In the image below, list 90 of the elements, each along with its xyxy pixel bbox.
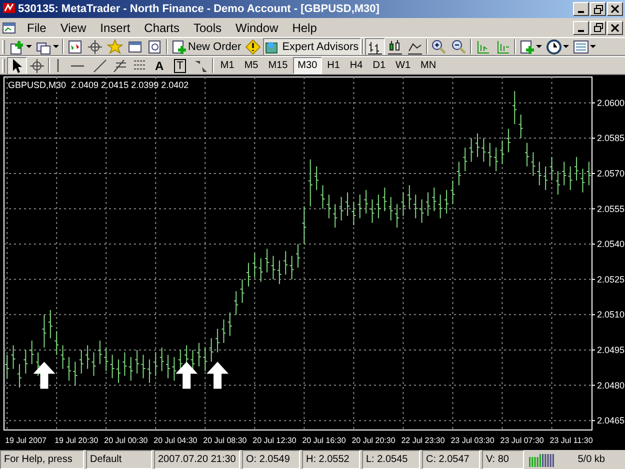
up-arrow-icon xyxy=(206,362,229,389)
close-button[interactable] xyxy=(607,20,623,34)
time-label: 20 Jul 20:30 xyxy=(352,436,396,445)
crosshair-icon xyxy=(87,38,103,54)
timeframe-button[interactable]: MN xyxy=(416,57,442,74)
menu-item[interactable]: Tools xyxy=(186,20,229,34)
price-label: 2.0570 xyxy=(597,168,625,178)
window-title: 530135: MetaTrader - North Finance - Demo Account - [GBPUSD,M30] xyxy=(18,3,380,15)
price-label: 2.0510 xyxy=(597,310,625,320)
horizontal-line-icon xyxy=(71,64,84,66)
menu-item[interactable]: Insert xyxy=(93,20,138,34)
toolbar-button[interactable] xyxy=(85,38,105,55)
price-label: 2.0495 xyxy=(597,344,625,355)
chart-shift-icon xyxy=(474,38,491,54)
menu-item[interactable]: Window xyxy=(228,20,286,34)
timeframe-button[interactable]: M30 xyxy=(292,57,322,74)
star-icon xyxy=(107,38,123,54)
close-icon xyxy=(611,5,619,13)
toolbar-button[interactable] xyxy=(570,38,598,55)
menu-item[interactable]: Charts xyxy=(137,20,186,34)
close-icon xyxy=(611,24,619,32)
text-tool-button[interactable]: A xyxy=(150,57,169,74)
restore-button[interactable] xyxy=(590,2,606,16)
status-text: L: 2.0545 xyxy=(366,454,408,465)
time-label: 22 Jul 23:30 xyxy=(401,436,445,445)
app-logo-icon xyxy=(2,0,16,14)
time-label: 20 Jul 08:30 xyxy=(203,436,247,445)
time-label: 20 Jul 04:30 xyxy=(154,436,198,445)
close-button[interactable] xyxy=(607,2,623,16)
timeframe-button[interactable]: H1 xyxy=(322,57,345,74)
price-label: 2.0540 xyxy=(597,239,625,250)
timeframe-button[interactable]: M1 xyxy=(215,57,240,74)
price-label: 2.0480 xyxy=(597,380,625,390)
minimize-icon xyxy=(578,11,584,13)
time-label: 23 Jul 03:30 xyxy=(450,436,494,445)
zoom-in-icon xyxy=(430,38,447,54)
new-order-button[interactable]: New Order xyxy=(169,38,244,55)
vertical-line-icon xyxy=(57,59,59,72)
minimize-button[interactable] xyxy=(573,20,589,34)
status-text: 2007.07.20 21:30 xyxy=(158,454,236,465)
fibonacci-icon xyxy=(112,58,128,74)
time-label: 23 Jul 07:30 xyxy=(500,436,544,445)
toolbar-button[interactable] xyxy=(27,57,47,74)
status-text: Default xyxy=(90,454,122,465)
toolbar-button[interactable] xyxy=(7,57,27,74)
time-label: 19 Jul 20:30 xyxy=(54,436,98,445)
toolbar-button[interactable] xyxy=(544,38,571,55)
menu-item[interactable]: View xyxy=(53,20,94,34)
restore-button[interactable] xyxy=(590,20,606,34)
warning-icon xyxy=(245,38,262,54)
time-label: 20 Jul 00:30 xyxy=(104,436,148,445)
price-label: 2.0525 xyxy=(597,274,625,284)
up-arrow-icon xyxy=(176,362,198,389)
price-label: 2.0585 xyxy=(597,133,625,144)
price-label: 2.0465 xyxy=(597,416,625,426)
chart-title: GBPUSD,M30 2.0409 2.0415 2.0399 2.0402 xyxy=(8,80,189,90)
toolbar-button[interactable] xyxy=(364,38,385,55)
zoom-out-icon xyxy=(450,38,467,54)
autoscroll-icon xyxy=(494,38,511,54)
time-label: 23 Jul 11:30 xyxy=(550,436,593,445)
status-text: 5/0 kb xyxy=(578,454,605,465)
restore-icon xyxy=(594,4,602,14)
status-text: V: 80 xyxy=(486,454,509,465)
timeframe-button[interactable]: M15 xyxy=(263,57,293,74)
minimize-icon xyxy=(578,30,584,32)
status-text: O: 2.0549 xyxy=(246,454,290,465)
timeframe-button[interactable]: M5 xyxy=(239,57,264,74)
time-label: 20 Jul 12:30 xyxy=(252,436,296,445)
price-label: 2.0555 xyxy=(597,204,625,214)
price-label: 2.0600 xyxy=(597,98,625,108)
time-label: 20 Jul 16:30 xyxy=(302,436,346,445)
crosshair-icon xyxy=(29,58,45,74)
time-label: 19 Jul 2007 xyxy=(5,436,46,445)
window-icon xyxy=(127,38,143,54)
minimize-button[interactable] xyxy=(573,2,589,16)
document-icon xyxy=(2,20,16,34)
trendline-icon xyxy=(92,58,108,74)
status-text: For Help, press xyxy=(4,454,72,465)
menu-item[interactable]: File xyxy=(20,20,54,34)
timeframe-button[interactable]: D1 xyxy=(368,57,391,74)
restore-icon xyxy=(594,23,602,32)
up-arrow-icon xyxy=(33,362,56,389)
menu-item[interactable]: Help xyxy=(285,20,324,34)
status-text: C: 2.0547 xyxy=(426,454,470,465)
timeframe-button[interactable]: H4 xyxy=(344,57,368,74)
expert-advisors-button[interactable]: Expert Advisors xyxy=(263,38,361,55)
timeframe-button[interactable]: W1 xyxy=(390,57,416,74)
connection-bars-icon xyxy=(529,452,555,466)
status-text: H: 2.0552 xyxy=(306,454,350,465)
text-tool-button[interactable]: T xyxy=(168,57,192,74)
